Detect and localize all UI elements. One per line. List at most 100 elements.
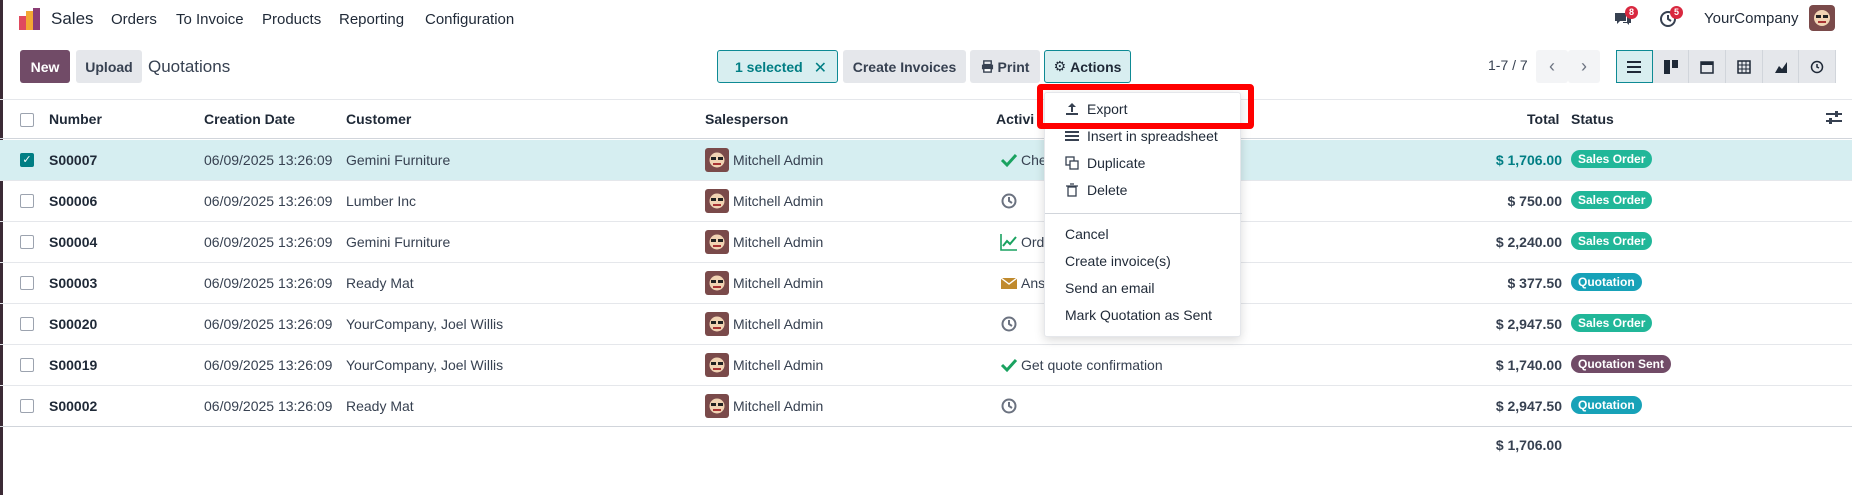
menu-item-delete[interactable]: Delete: [1087, 182, 1127, 198]
row-total: $ 750.00: [1507, 193, 1563, 209]
table-row[interactable]: S00004 06/09/2025 13:26:09 Gemini Furnit…: [0, 222, 1852, 263]
row-checkbox[interactable]: [20, 399, 34, 413]
row-checkbox[interactable]: [20, 317, 34, 331]
status-badge: Sales Order: [1571, 150, 1653, 168]
row-salesperson: Mitchell Admin: [733, 275, 824, 291]
row-number: S00003: [49, 275, 98, 291]
header-customer[interactable]: Customer: [346, 111, 411, 127]
new-button[interactable]: New: [20, 50, 70, 83]
footer-total: $ 1,706.00: [1495, 437, 1562, 453]
upload-button[interactable]: Upload: [76, 50, 142, 83]
menu-item-cancel[interactable]: Cancel: [1065, 226, 1109, 242]
row-salesperson: Mitchell Admin: [733, 234, 824, 250]
salesperson-avatar: [705, 271, 729, 295]
row-salesperson: Mitchell Admin: [733, 357, 824, 373]
activity-clock-icon[interactable]: 5: [1658, 6, 1684, 29]
sales-app-icon[interactable]: [19, 8, 41, 30]
menu-to-invoice[interactable]: To Invoice: [176, 11, 244, 28]
row-number: S00002: [49, 398, 98, 414]
row-checkbox[interactable]: [20, 235, 34, 249]
table-row[interactable]: ✓ S00007 06/09/2025 13:26:09 Gemini Furn…: [0, 140, 1852, 181]
header-salesperson[interactable]: Salesperson: [705, 111, 788, 127]
menu-reporting[interactable]: Reporting: [339, 11, 404, 28]
messages-badge: 8: [1625, 6, 1639, 19]
clock-icon[interactable]: [1000, 315, 1018, 333]
menu-item-duplicate[interactable]: Duplicate: [1087, 155, 1145, 171]
header-activities[interactable]: Activi: [996, 111, 1034, 127]
activity-view-icon[interactable]: [1799, 50, 1837, 83]
user-avatar[interactable]: [1809, 5, 1835, 31]
row-total: $ 377.50: [1507, 275, 1563, 291]
clock-icon[interactable]: [1000, 397, 1018, 415]
row-customer: Lumber Inc: [346, 193, 417, 209]
export-highlight-box: [1037, 84, 1254, 129]
status-badge: Quotation: [1571, 396, 1642, 414]
menu-item-send-email[interactable]: Send an email: [1065, 280, 1155, 296]
row-total: $ 2,947.50: [1495, 316, 1562, 332]
table-row[interactable]: S00019 06/09/2025 13:26:09 YourCompany, …: [0, 345, 1852, 386]
menu-item-mark-sent[interactable]: Mark Quotation as Sent: [1065, 307, 1212, 323]
menu-item-insert-spreadsheet[interactable]: Insert in spreadsheet: [1087, 128, 1218, 144]
envelope-icon[interactable]: [1000, 274, 1018, 292]
unselect-close-icon[interactable]: ✕: [814, 58, 827, 78]
pivot-view-icon[interactable]: [1726, 50, 1763, 83]
table-row[interactable]: S00003 06/09/2025 13:26:09 Ready Mat Mit…: [0, 263, 1852, 304]
header-status[interactable]: Status: [1571, 111, 1614, 127]
duplicate-icon: [1065, 156, 1079, 170]
row-customer: Ready Mat: [346, 398, 414, 414]
chart-icon[interactable]: [1000, 233, 1018, 251]
pager-value[interactable]: 1-7 / 7: [1488, 57, 1528, 73]
clock-icon[interactable]: [1000, 192, 1018, 210]
table-row[interactable]: S00020 06/09/2025 13:26:09 YourCompany, …: [0, 304, 1852, 345]
status-badge: Sales Order: [1571, 232, 1653, 250]
select-all-checkbox[interactable]: [20, 113, 34, 127]
menu-configuration[interactable]: Configuration: [425, 11, 514, 28]
print-button[interactable]: Print: [970, 50, 1040, 83]
row-creation-date: 06/09/2025 13:26:09: [204, 193, 333, 209]
header-total[interactable]: Total: [1527, 111, 1559, 127]
print-label: Print: [997, 58, 1030, 75]
header-creation-date[interactable]: Creation Date: [204, 111, 295, 127]
messages-icon[interactable]: 8: [1613, 6, 1639, 29]
salesperson-avatar: [705, 189, 729, 213]
actions-button[interactable]: ⚙ Actions: [1044, 50, 1131, 83]
row-checkbox[interactable]: [20, 358, 34, 372]
salesperson-avatar: [705, 148, 729, 172]
salesperson-avatar: [705, 312, 729, 336]
row-number: S00019: [49, 357, 98, 373]
optional-columns-icon[interactable]: [1826, 111, 1842, 128]
row-creation-date: 06/09/2025 13:26:09: [204, 316, 333, 332]
salesperson-avatar: [705, 394, 729, 418]
row-total: $ 1,740.00: [1495, 357, 1562, 373]
row-checkbox[interactable]: ✓: [20, 153, 34, 167]
calendar-view-icon[interactable]: [1689, 50, 1727, 83]
table-row[interactable]: S00002 06/09/2025 13:26:09 Ready Mat Mit…: [0, 386, 1852, 427]
row-activity-summary: Ord: [1021, 234, 1045, 250]
company-name[interactable]: YourCompany: [1704, 10, 1799, 27]
check-icon[interactable]: [1000, 151, 1018, 169]
row-creation-date: 06/09/2025 13:26:09: [204, 275, 333, 291]
check-icon[interactable]: [1000, 356, 1018, 374]
menu-products[interactable]: Products: [262, 11, 321, 28]
row-checkbox[interactable]: [20, 276, 34, 290]
pager-next-icon[interactable]: ›: [1568, 50, 1600, 83]
salesperson-avatar: [705, 230, 729, 254]
kanban-view-icon[interactable]: [1652, 50, 1690, 83]
row-total: $ 1,706.00: [1495, 152, 1562, 168]
activity-badge: 5: [1670, 6, 1684, 19]
create-invoices-button[interactable]: Create Invoices: [843, 50, 966, 83]
menu-orders[interactable]: Orders: [111, 11, 157, 28]
menu-item-create-invoices[interactable]: Create invoice(s): [1065, 253, 1171, 269]
row-number: S00020: [49, 316, 98, 332]
table-row[interactable]: S00006 06/09/2025 13:26:09 Lumber Inc Mi…: [0, 181, 1852, 222]
pager-previous-icon[interactable]: ‹: [1536, 50, 1568, 83]
row-number: S00007: [49, 152, 98, 168]
list-view-icon[interactable]: [1616, 50, 1653, 83]
graph-view-icon[interactable]: [1762, 50, 1800, 83]
row-checkbox[interactable]: [20, 194, 34, 208]
salesperson-avatar: [705, 353, 729, 377]
header-number[interactable]: Number: [49, 111, 102, 127]
app-name[interactable]: Sales: [51, 9, 94, 29]
row-number: S00006: [49, 193, 98, 209]
row-customer: Gemini Furniture: [346, 234, 451, 250]
